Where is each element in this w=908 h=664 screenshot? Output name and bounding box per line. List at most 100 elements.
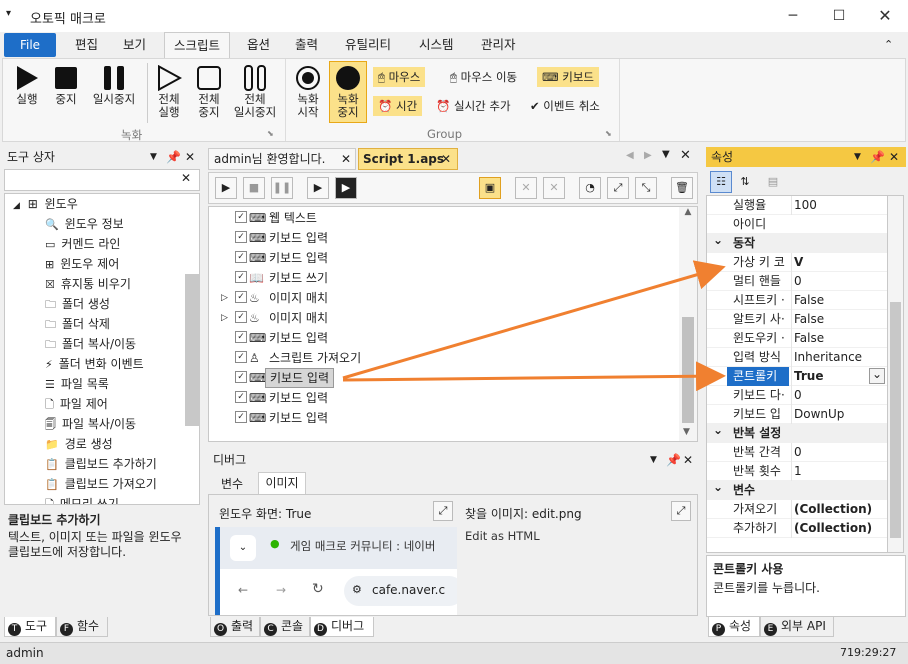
property-row[interactable]: 멀티 핸들 0 bbox=[707, 272, 887, 291]
toolbox-item[interactable]: 📋 클립보드 추가하기 bbox=[45, 454, 181, 474]
property-value[interactable]: True bbox=[791, 367, 881, 386]
property-row[interactable]: 반복 간격 0 bbox=[707, 443, 887, 462]
play-icon[interactable]: ▶ bbox=[215, 177, 237, 199]
property-row[interactable]: 가져오기 (Collection) bbox=[707, 500, 887, 519]
close-tab-icon[interactable]: ✕ bbox=[341, 149, 351, 169]
mouse-toggle[interactable]: 🖱 마우스 bbox=[373, 67, 426, 87]
expand-icon[interactable]: ▷ bbox=[221, 308, 228, 328]
tab-console[interactable]: C 콘솔 bbox=[260, 617, 310, 637]
run-button[interactable]: 실행 bbox=[7, 65, 47, 106]
property-pages-icon[interactable]: ▤ bbox=[762, 171, 784, 193]
dropdown-icon[interactable]: ▼ bbox=[854, 147, 861, 167]
property-row[interactable]: 알트키 사· False bbox=[707, 310, 887, 329]
property-category[interactable]: ⌄ 반복 설정 bbox=[707, 423, 887, 443]
dropdown-icon[interactable]: ▼ bbox=[650, 450, 657, 470]
tab-output[interactable]: O 출력 bbox=[210, 617, 260, 637]
maximize-button[interactable]: ☐ bbox=[816, 0, 862, 32]
record-stop-button[interactable]: 녹화 중지 bbox=[329, 61, 367, 123]
toolbox-item[interactable]: 🗐 파일 복사/이동 bbox=[45, 414, 181, 434]
collapse-ribbon-icon[interactable]: ⌃ bbox=[884, 38, 893, 51]
property-value[interactable]: False bbox=[791, 310, 881, 329]
pin-icon[interactable]: 📌 bbox=[666, 450, 681, 470]
script-line[interactable]: ✓ ⌨ 키보드 입력 bbox=[221, 328, 671, 348]
menu-edit[interactable]: 편집 bbox=[66, 32, 107, 58]
event-cancel-button[interactable]: ✔ 이벤트 취소 bbox=[525, 96, 605, 116]
tab-tools[interactable]: T 도구 bbox=[4, 617, 56, 637]
categorized-icon[interactable]: ☷ bbox=[710, 171, 732, 193]
script-line[interactable]: ✓ ⌨ 웹 텍스트 bbox=[221, 208, 671, 228]
editor-tab-welcome[interactable]: admin님 환영합니다. ✕ bbox=[208, 148, 356, 170]
property-row[interactable]: 실행율 100 bbox=[707, 196, 887, 215]
script-line[interactable]: ▷ ✓ ♨ 이미지 매치 bbox=[221, 308, 671, 328]
collapse-icon[interactable]: ⌄ bbox=[713, 478, 723, 497]
property-row[interactable]: 가상 키 코 V bbox=[707, 253, 887, 272]
scroll-tabs-right-icon[interactable]: ▶ bbox=[644, 150, 652, 161]
enabled-checkbox[interactable]: ✓ bbox=[235, 251, 247, 263]
property-scrollbar[interactable] bbox=[888, 195, 904, 553]
debug-tab-image[interactable]: 이미지 bbox=[258, 472, 306, 494]
toolbox-item[interactable]: ☰ 파일 목록 bbox=[45, 374, 181, 394]
toolbox-item[interactable]: 🗀 폴더 생성 bbox=[45, 294, 181, 314]
script-line[interactable]: ✓ ⌨ 키보드 입력 bbox=[221, 228, 671, 248]
fullscreen-icon[interactable]: ⤢ bbox=[433, 501, 453, 521]
close-editor-icon[interactable]: ✕ bbox=[680, 148, 691, 163]
dropdown-icon[interactable]: ▾ bbox=[6, 8, 11, 19]
realtime-add-button[interactable]: ⏰ 실시간 추가 bbox=[431, 96, 516, 116]
property-value[interactable]: (Collection) bbox=[791, 500, 881, 519]
pin-icon[interactable]: 📌 bbox=[166, 147, 181, 167]
enabled-checkbox[interactable]: ✓ bbox=[235, 311, 247, 323]
dropdown-icon[interactable]: ▼ bbox=[150, 147, 157, 167]
property-value[interactable]: (Collection) bbox=[791, 519, 881, 538]
menu-utility[interactable]: 유틸리티 bbox=[336, 32, 400, 58]
property-value[interactable]: 0 bbox=[791, 443, 881, 462]
tab-debug[interactable]: D 디버그 bbox=[310, 617, 374, 637]
menu-view[interactable]: 보기 bbox=[114, 32, 155, 58]
menu-system[interactable]: 시스템 bbox=[410, 32, 463, 58]
enabled-checkbox[interactable]: ✓ bbox=[235, 351, 247, 363]
script-line[interactable]: ✓ 📖 키보드 쓰기 bbox=[221, 268, 671, 288]
property-row[interactable]: 아이디 bbox=[707, 215, 887, 234]
record-start-button[interactable]: 녹화 시작 bbox=[289, 65, 327, 119]
toolbox-item[interactable]: ⚡ 폴더 변화 이벤트 bbox=[45, 354, 181, 374]
enabled-checkbox[interactable]: ✓ bbox=[235, 371, 247, 383]
script-line[interactable]: ✓ ⌨ 키보드 입력 bbox=[221, 388, 671, 408]
toolbox-item[interactable]: ▭ 커멘드 라인 bbox=[45, 234, 181, 254]
close-icon[interactable]: ✕ bbox=[683, 450, 693, 470]
editor-tab-script[interactable]: Script 1.aps ✕ bbox=[358, 148, 458, 170]
property-value[interactable]: 0 bbox=[791, 386, 881, 405]
close-tab-icon[interactable]: ✕ bbox=[441, 149, 451, 169]
enabled-checkbox[interactable]: ✓ bbox=[235, 231, 247, 243]
enabled-checkbox[interactable]: ✓ bbox=[235, 331, 247, 343]
property-row[interactable]: 반복 횟수 1 bbox=[707, 462, 887, 481]
cancel-box-icon[interactable]: ✕ bbox=[543, 177, 565, 199]
clear-icon[interactable]: ✕ bbox=[181, 171, 191, 185]
toolbox-item[interactable]: ☒ 휴지통 비우기 bbox=[45, 274, 181, 294]
property-row[interactable]: 키보드 다· 0 bbox=[707, 386, 887, 405]
timer-icon[interactable]: ◔ bbox=[579, 177, 601, 199]
time-toggle[interactable]: ⏰ 시간 bbox=[373, 96, 423, 116]
stop-icon[interactable]: ■ bbox=[243, 177, 265, 199]
property-value[interactable]: False bbox=[791, 291, 881, 310]
script-line[interactable]: ✓ ⌨ 키보드 입력 bbox=[221, 408, 671, 428]
step-play-icon[interactable]: ▶ bbox=[307, 177, 329, 199]
property-value[interactable]: 0 bbox=[791, 272, 881, 291]
fullscreen-icon[interactable]: ⤢ bbox=[671, 501, 691, 521]
tab-external-api[interactable]: E 외부 API bbox=[760, 617, 834, 637]
scrollbar-thumb[interactable] bbox=[682, 317, 694, 423]
expand-icon[interactable]: ▷ bbox=[221, 288, 228, 308]
close-icon[interactable]: ✕ bbox=[185, 147, 195, 167]
enabled-checkbox[interactable]: ✓ bbox=[235, 291, 247, 303]
delete-icon[interactable]: 🗑 bbox=[671, 177, 693, 199]
property-value[interactable]: False bbox=[791, 329, 881, 348]
enabled-checkbox[interactable]: ✓ bbox=[235, 391, 247, 403]
property-row[interactable]: 콘트롤키 True ⌄ bbox=[707, 367, 887, 386]
dropdown-icon[interactable]: ⌄ bbox=[869, 368, 885, 384]
close-icon[interactable]: ✕ bbox=[889, 147, 899, 167]
enabled-checkbox[interactable]: ✓ bbox=[235, 411, 247, 423]
tab-list-icon[interactable]: ▼ bbox=[662, 149, 670, 160]
collapse-icon[interactable]: ⤡ bbox=[635, 177, 657, 199]
toolbox-item[interactable]: 📁 경로 생성 bbox=[45, 434, 181, 454]
group-launcher-icon[interactable]: ⬊ bbox=[267, 129, 274, 138]
scrollbar-thumb[interactable] bbox=[890, 302, 901, 538]
property-row[interactable]: 추가하기 (Collection) bbox=[707, 519, 887, 538]
